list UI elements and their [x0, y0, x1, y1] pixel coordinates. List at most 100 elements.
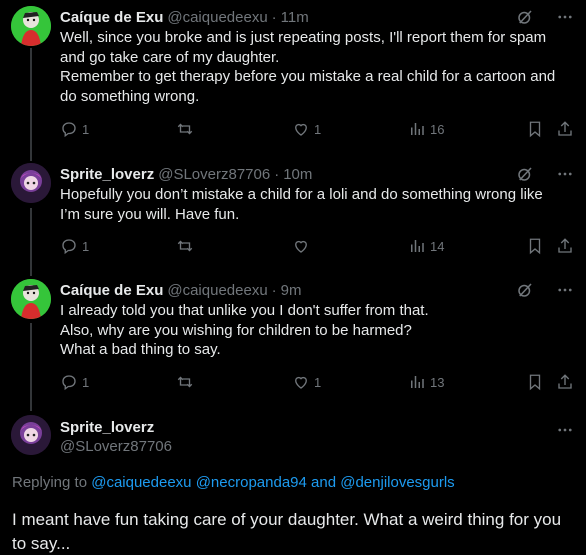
repost-button[interactable]	[176, 373, 198, 391]
post-text-line: Well, since you broke and is just repeat…	[60, 29, 547, 46]
views-icon	[408, 237, 426, 255]
display-name[interactable]: Sprite_loverz	[60, 419, 172, 436]
share-icon	[556, 373, 574, 391]
share-icon	[556, 120, 574, 138]
main-post-header: Sprite_loverz @SLoverz87706	[60, 419, 172, 455]
views-button[interactable]: 14	[408, 237, 444, 255]
reply-icon	[60, 120, 78, 138]
avatar[interactable]	[11, 279, 51, 319]
reply-button[interactable]: 1	[60, 120, 89, 138]
repost-icon	[176, 120, 194, 138]
post-actions: 1 1 16	[60, 120, 580, 140]
reply-post[interactable]: Caíque de Exu @caiquedeexu · 11m Well, s…	[0, 6, 586, 146]
mention-link[interactable]: @denjilovesgurls	[340, 474, 454, 491]
more-icon[interactable]	[556, 281, 574, 299]
share-button[interactable]	[556, 120, 574, 138]
reply-count: 1	[82, 238, 90, 254]
mention-link[interactable]: @caiquedeexu	[91, 474, 191, 491]
share-icon	[556, 237, 574, 255]
avatar-illustration	[11, 279, 51, 319]
main-post-text: I meant have fun taking care of your dau…	[12, 508, 561, 555]
bookmark-icon	[526, 120, 544, 138]
user-handle[interactable]: @SLoverz87706	[158, 166, 270, 183]
post-text-line: do something wrong.	[60, 87, 200, 105]
mention-link[interactable]: @necropanda94	[196, 474, 307, 491]
post-actions: 1 1 13	[60, 373, 580, 393]
repost-button[interactable]	[176, 237, 198, 255]
post-text-line: I meant have fun taking care of your dau…	[12, 510, 562, 529]
user-handle[interactable]: @caiquedeexu	[167, 9, 267, 26]
views-button[interactable]: 13	[408, 373, 444, 391]
bookmark-icon	[526, 237, 544, 255]
post-text-line: Remember to get therapy before you mista…	[60, 68, 556, 85]
separator: ·	[271, 8, 277, 26]
like-button[interactable]	[292, 237, 314, 255]
grok-icon[interactable]	[516, 8, 534, 26]
avatar[interactable]	[11, 415, 51, 455]
post-text-line: Also, why are you wishing for children t…	[60, 321, 412, 339]
reply-count: 1	[82, 121, 90, 137]
post-text: Well, since you broke and is just repeat…	[60, 28, 572, 106]
timestamp[interactable]: 9m	[281, 282, 302, 299]
user-handle[interactable]: @SLoverz87706	[60, 438, 172, 455]
like-count: 1	[314, 121, 322, 137]
display-name[interactable]: Sprite_loverz	[60, 166, 154, 183]
header-actions	[516, 6, 574, 28]
views-count: 13	[430, 374, 445, 390]
avatar[interactable]	[11, 6, 51, 46]
share-button[interactable]	[556, 373, 574, 391]
avatar-illustration	[11, 415, 51, 455]
reply-button[interactable]: 1	[60, 237, 89, 255]
share-button[interactable]	[556, 237, 574, 255]
separator: ·	[274, 165, 280, 183]
post-text-line: Hopefully you don’t mistake a child for …	[60, 186, 543, 203]
like-button[interactable]: 1	[292, 373, 321, 391]
post-text-line: to say...	[12, 534, 71, 553]
repost-icon	[176, 237, 194, 255]
more-icon[interactable]	[556, 8, 574, 26]
grok-icon[interactable]	[516, 165, 534, 183]
views-count: 14	[430, 238, 445, 254]
views-count: 16	[430, 121, 445, 137]
like-icon	[292, 237, 310, 255]
repost-button[interactable]	[176, 120, 198, 138]
display-name[interactable]: Caíque de Exu	[60, 282, 163, 299]
views-icon	[408, 120, 426, 138]
reply-count: 1	[82, 374, 90, 390]
post-text: Hopefully you don’t mistake a child for …	[60, 185, 572, 224]
timestamp[interactable]: 11m	[281, 9, 309, 26]
timestamp[interactable]: 10m	[283, 166, 312, 183]
more-icon[interactable]	[556, 421, 574, 439]
more-icon[interactable]	[556, 165, 574, 183]
bookmark-icon	[526, 373, 544, 391]
post-actions: 1 14	[60, 237, 580, 257]
reply-button[interactable]: 1	[60, 373, 89, 391]
views-button[interactable]: 16	[408, 120, 444, 138]
avatar-illustration	[11, 6, 51, 46]
post-text-line: I already told you that unlike you I don…	[60, 302, 429, 319]
bookmark-button[interactable]	[526, 373, 544, 391]
post-header: Caíque de Exu @caiquedeexu · 9m	[60, 279, 302, 301]
bookmark-button[interactable]	[526, 120, 544, 138]
post-header: Caíque de Exu @caiquedeexu · 11m	[60, 6, 309, 28]
reply-icon	[60, 373, 78, 391]
post-text-line: What a bad thing to say.	[60, 341, 221, 358]
like-count: 1	[314, 374, 322, 390]
post-text-line: I’m sure you will. Have fun.	[60, 205, 240, 223]
like-button[interactable]: 1	[292, 120, 321, 138]
avatar[interactable]	[11, 163, 51, 203]
bookmark-button[interactable]	[526, 237, 544, 255]
reply-post[interactable]: Caíque de Exu @caiquedeexu · 9m I alread…	[0, 279, 586, 399]
replying-to: Replying to @caiquedeexu @necropanda94 a…	[12, 474, 455, 491]
views-icon	[408, 373, 426, 391]
grok-icon[interactable]	[516, 281, 534, 299]
user-handle[interactable]: @caiquedeexu	[167, 282, 267, 299]
mention-and[interactable]: and	[311, 474, 336, 491]
repost-icon	[176, 373, 194, 391]
like-icon	[292, 120, 310, 138]
like-icon	[292, 373, 310, 391]
display-name[interactable]: Caíque de Exu	[60, 9, 163, 26]
header-actions	[516, 163, 574, 185]
reply-post[interactable]: Sprite_loverz @SLoverz87706 · 10m Hopefu…	[0, 163, 586, 263]
replying-prefix: Replying to	[12, 474, 88, 491]
